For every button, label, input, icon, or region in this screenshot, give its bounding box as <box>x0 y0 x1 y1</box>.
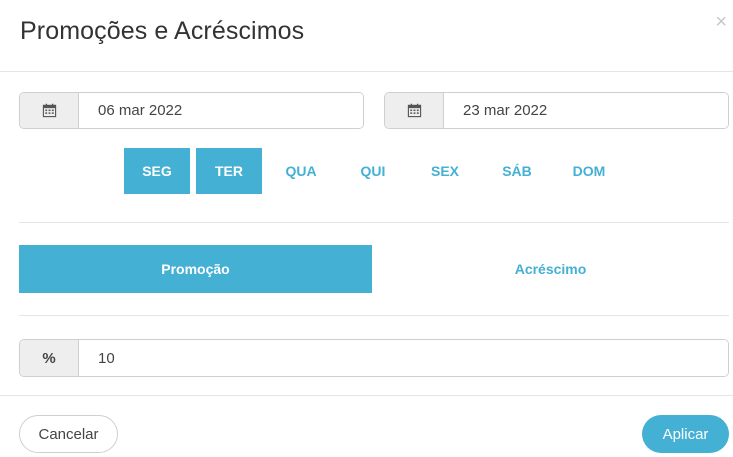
weekday-sat-button[interactable]: SÁB <box>484 148 550 194</box>
apply-button[interactable]: Aplicar <box>642 415 729 453</box>
divider <box>19 222 729 223</box>
weekday-tue-button[interactable]: TER <box>196 148 262 194</box>
weekday-fri-button[interactable]: SEX <box>412 148 478 194</box>
surcharge-toggle-button[interactable]: Acréscimo <box>372 245 729 293</box>
calendar-icon[interactable] <box>20 93 79 128</box>
footer-divider <box>0 395 733 396</box>
promotion-toggle-button[interactable]: Promoção <box>19 245 372 293</box>
end-date-group <box>384 92 729 129</box>
weekday-sun-button[interactable]: DOM <box>556 148 622 194</box>
close-icon[interactable]: × <box>715 12 727 32</box>
start-date-group <box>19 92 364 129</box>
percent-input[interactable] <box>79 340 728 376</box>
cancel-button[interactable]: Cancelar <box>19 415 118 453</box>
percent-group: % <box>19 339 729 377</box>
promotions-modal: Promoções e Acréscimos × 06 mar 2022 23 … <box>0 0 733 457</box>
weekday-mon-button[interactable]: SEG <box>124 148 190 194</box>
weekday-selector: SEG TER QUA QUI SEX SÁB DOM <box>124 148 622 194</box>
modal-title: Promoções e Acréscimos <box>20 17 305 45</box>
weekday-thu-button[interactable]: QUI <box>340 148 406 194</box>
divider <box>19 315 729 316</box>
start-date-input[interactable] <box>79 93 363 128</box>
modal-header: Promoções e Acréscimos × <box>0 0 733 72</box>
percent-addon: % <box>20 340 79 376</box>
weekday-wed-button[interactable]: QUA <box>268 148 334 194</box>
end-date-input[interactable] <box>444 93 728 128</box>
calendar-icon[interactable] <box>385 93 444 128</box>
